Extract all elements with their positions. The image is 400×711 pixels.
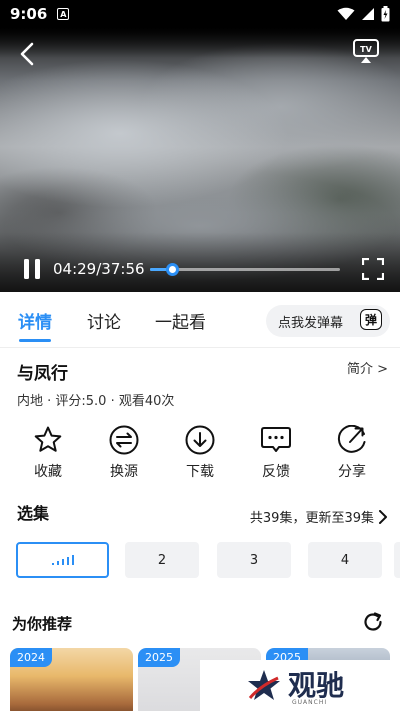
card-year-badge: 2025 <box>138 648 180 667</box>
feedback-icon <box>261 427 291 452</box>
share-button[interactable]: 分享 <box>317 425 387 481</box>
tv-cast-icon[interactable]: TV <box>352 38 380 64</box>
wifi-icon <box>337 7 355 20</box>
intro-link[interactable]: 简介 > <box>347 358 388 377</box>
tab-watch-together[interactable]: 一起看 <box>155 308 206 333</box>
show-meta: 内地 · 评分:5.0 · 观看40次 <box>17 394 175 409</box>
refresh-icon[interactable] <box>362 611 384 633</box>
guanchi-watermark: 观驰 GUANCHI <box>200 660 400 711</box>
switch-source-icon <box>109 425 139 455</box>
chevron-right-icon <box>379 509 387 524</box>
feedback-button[interactable]: 反馈 <box>241 425 311 481</box>
episodes-title: 选集 <box>17 504 50 523</box>
share-icon <box>337 425 366 453</box>
favorite-button[interactable]: 收藏 <box>13 425 83 481</box>
episodes-summary-text: 共39集，更新至39集 <box>249 511 374 526</box>
notification-icon: A <box>57 8 70 20</box>
episode-1-playing[interactable] <box>16 542 109 578</box>
playback-time: 04:29/37:56 <box>53 260 145 278</box>
tab-discussion[interactable]: 讨论 <box>87 308 121 333</box>
download-button[interactable]: 下载 <box>165 425 235 481</box>
tab-details[interactable]: 详情 <box>18 308 52 333</box>
back-arrow-icon[interactable] <box>14 40 42 68</box>
download-icon <box>185 425 215 455</box>
episode-item[interactable]: 4 <box>308 542 382 578</box>
show-title: 与凤行 <box>17 364 68 384</box>
battery-icon <box>381 6 390 22</box>
episode-item[interactable]: 3 <box>217 542 291 578</box>
watermark-text: 观驰 <box>288 668 345 702</box>
watermark-subtext: GUANCHI <box>292 699 328 706</box>
fullscreen-icon[interactable] <box>362 258 384 280</box>
share-label: 分享 <box>338 464 366 480</box>
favorite-label: 收藏 <box>34 464 62 480</box>
video-player[interactable]: TV 04:29/37:56 <box>0 28 400 292</box>
recommend-title: 为你推荐 <box>12 615 73 633</box>
feedback-label: 反馈 <box>262 464 290 480</box>
switch-source-button[interactable]: 换源 <box>89 425 159 481</box>
action-row: 收藏 换源 下载 反馈 分享 <box>0 425 400 489</box>
status-bar: 9:06 A <box>0 0 400 28</box>
svg-text:TV: TV <box>360 45 372 54</box>
switch-source-label: 换源 <box>110 464 138 480</box>
episode-item-partial[interactable] <box>394 542 400 578</box>
pause-icon[interactable] <box>22 258 42 280</box>
star-icon <box>34 426 62 452</box>
download-label: 下载 <box>186 464 214 480</box>
recommend-card[interactable]: 2024 <box>10 648 133 711</box>
episode-item[interactable]: 2 <box>125 542 199 578</box>
tab-bar: 详情 讨论 一起看 点我发弹幕 弹 <box>0 292 400 348</box>
signal-icon <box>362 8 374 20</box>
tab-active-indicator <box>19 339 51 342</box>
duration: 37:56 <box>101 260 145 278</box>
video-top-gradient <box>0 28 400 58</box>
card-year-badge: 2024 <box>10 648 52 667</box>
star-logo-icon <box>248 669 280 700</box>
episodes-summary[interactable]: 共39集，更新至39集 <box>250 507 388 526</box>
playing-bars-icon <box>51 555 74 565</box>
status-time: 9:06 <box>10 5 48 23</box>
danmaku-toggle-icon[interactable]: 弹 <box>360 309 382 330</box>
current-time: 04:29 <box>53 260 97 278</box>
progress-bar[interactable] <box>150 263 340 276</box>
